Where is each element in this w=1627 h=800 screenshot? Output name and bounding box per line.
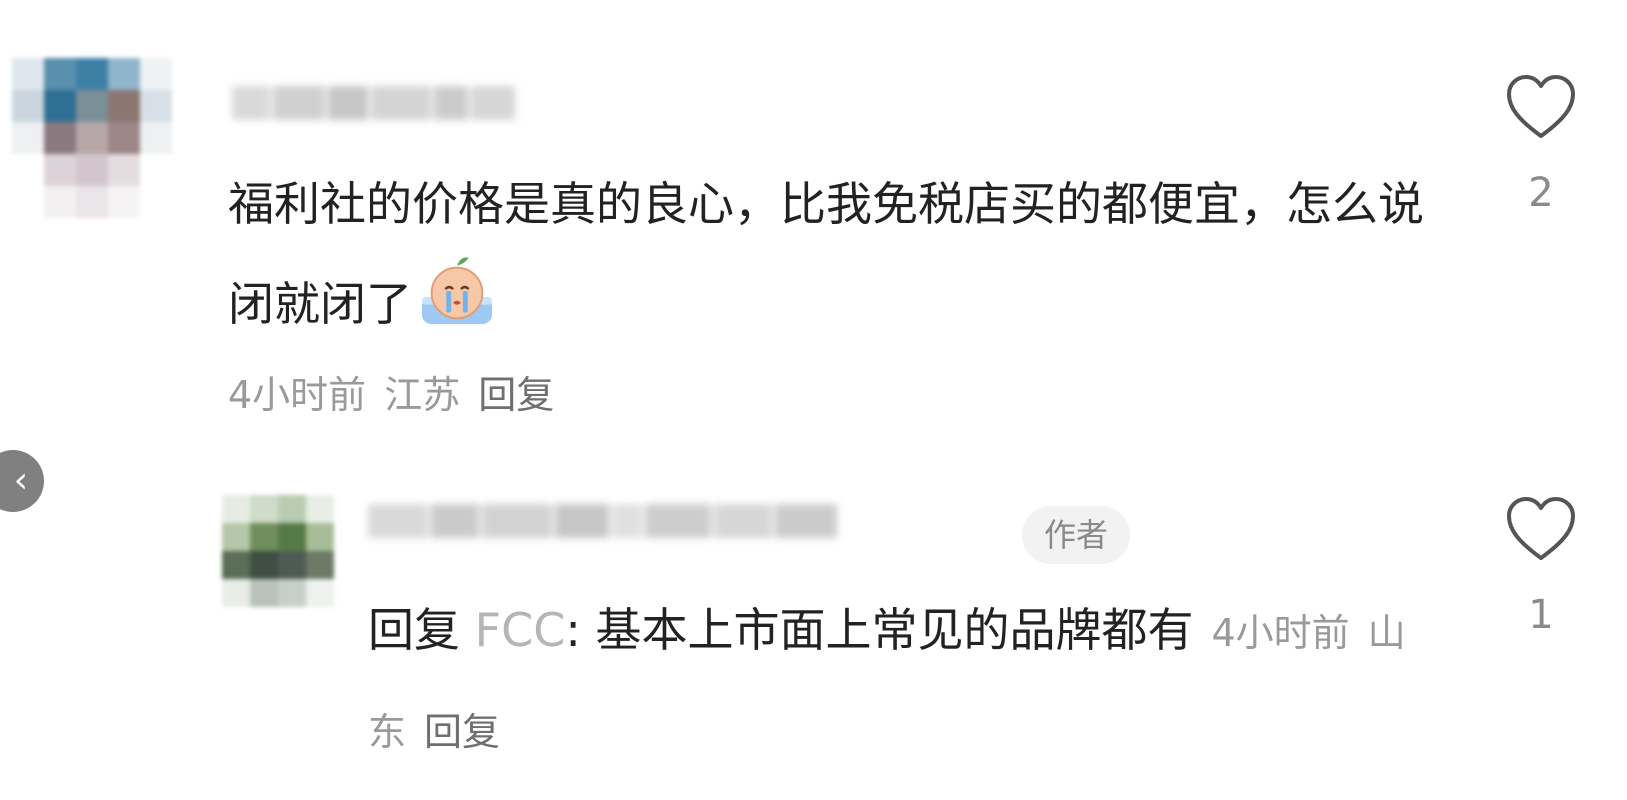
avatar-pixel bbox=[250, 579, 278, 607]
like-count: 2 bbox=[1528, 170, 1554, 216]
avatar-pixel bbox=[306, 523, 334, 551]
avatar-pixel bbox=[108, 58, 140, 90]
avatar-pixel bbox=[306, 551, 334, 579]
reply-button[interactable]: 回复 bbox=[478, 373, 554, 417]
avatar-pixel bbox=[44, 154, 76, 186]
avatar-pixel bbox=[44, 58, 76, 90]
avatar-pixel bbox=[250, 495, 278, 523]
comment-text: 回复 FCC: 基本上市面上常见的品牌都有 4小时前 山东 回复 bbox=[368, 582, 1458, 780]
avatar-pixel bbox=[44, 186, 76, 218]
avatar-pixel bbox=[278, 495, 306, 523]
comment-location: 江苏 bbox=[384, 373, 461, 417]
avatar-pixel bbox=[140, 90, 172, 122]
reply-prefix: 回复 bbox=[368, 603, 460, 657]
comment-time: 4小时前 bbox=[1211, 611, 1350, 655]
comment-body: : 基本上市面上常见的品牌都有 bbox=[565, 603, 1194, 657]
avatar-pixel bbox=[12, 90, 44, 122]
avatar[interactable] bbox=[222, 495, 334, 607]
avatar-pixel bbox=[76, 58, 108, 90]
like-button[interactable]: 2 bbox=[1496, 74, 1586, 216]
avatar-pixel bbox=[44, 122, 76, 154]
avatar-pixel bbox=[108, 90, 140, 122]
username-blurred[interactable] bbox=[232, 74, 532, 132]
avatar-pixel bbox=[140, 58, 172, 90]
comment-body: 福利社的价格是真的良心，比我免税店买的都便宜，怎么说闭就闭了 bbox=[228, 177, 1424, 331]
avatar-pixel bbox=[76, 122, 108, 154]
comment-meta: 4小时前 江苏 回复 bbox=[228, 360, 572, 430]
avatar-pixel bbox=[222, 551, 250, 579]
avatar-pixel bbox=[250, 523, 278, 551]
avatar-pixel bbox=[108, 186, 140, 218]
avatar-pixel bbox=[12, 186, 44, 218]
chevron-left-icon: ‹ bbox=[13, 460, 28, 501]
heart-outline-icon bbox=[1507, 497, 1575, 560]
like-count: 1 bbox=[1528, 592, 1554, 638]
avatar-pixel bbox=[278, 579, 306, 607]
avatar-pixel bbox=[250, 551, 278, 579]
avatar[interactable] bbox=[12, 58, 172, 218]
avatar-pixel bbox=[44, 90, 76, 122]
reply-button[interactable]: 回复 bbox=[424, 710, 500, 754]
avatar-pixel bbox=[140, 186, 172, 218]
avatar-pixel bbox=[222, 495, 250, 523]
avatar-pixel bbox=[140, 154, 172, 186]
avatar-pixel bbox=[76, 90, 108, 122]
avatar-pixel bbox=[12, 58, 44, 90]
comment-time: 4小时前 bbox=[228, 373, 367, 417]
crying-emoji-icon bbox=[421, 257, 493, 325]
avatar-pixel bbox=[12, 154, 44, 186]
heart-outline-icon bbox=[1507, 75, 1575, 138]
avatar-pixel bbox=[12, 122, 44, 154]
author-badge: 作者 bbox=[1022, 506, 1131, 564]
avatar-pixel bbox=[278, 523, 306, 551]
like-button[interactable]: 1 bbox=[1496, 496, 1586, 638]
avatar-pixel bbox=[306, 579, 334, 607]
username-blurred[interactable] bbox=[368, 492, 948, 550]
comment-text: 福利社的价格是真的良心，比我免税店买的都便宜，怎么说闭就闭了 bbox=[228, 156, 1438, 352]
avatar-pixel bbox=[76, 154, 108, 186]
avatar-pixel bbox=[140, 122, 172, 154]
back-handle[interactable]: ‹ bbox=[0, 450, 44, 512]
avatar-pixel bbox=[222, 523, 250, 551]
avatar-pixel bbox=[278, 551, 306, 579]
reply-target-username[interactable]: FCC bbox=[475, 603, 566, 657]
avatar-pixel bbox=[76, 186, 108, 218]
avatar-pixel bbox=[222, 579, 250, 607]
avatar-pixel bbox=[306, 495, 334, 523]
avatar-pixel bbox=[108, 154, 140, 186]
avatar-pixel bbox=[108, 122, 140, 154]
